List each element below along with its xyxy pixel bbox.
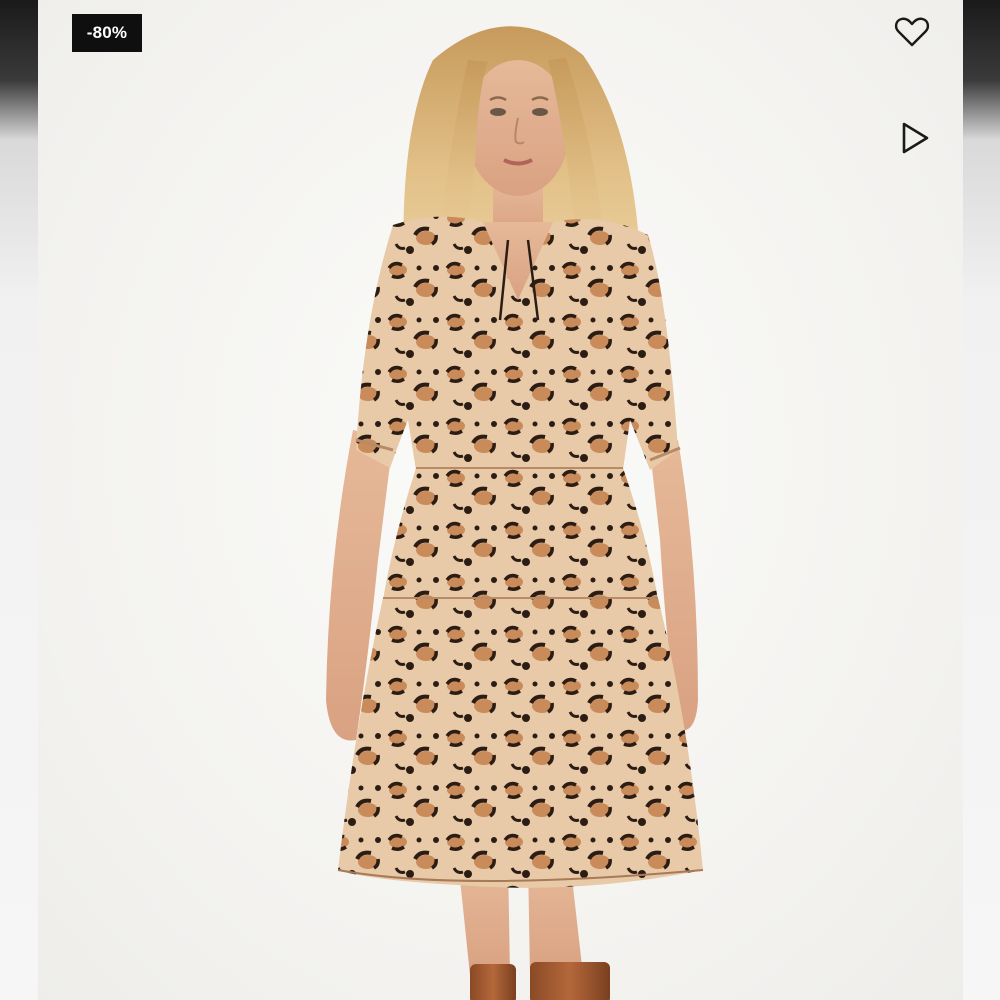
heart-outline-icon — [894, 17, 930, 47]
discount-badge: -80% — [72, 14, 142, 52]
letterbox-right — [963, 0, 1000, 1000]
model-wearing-leopard-dress — [326, 26, 704, 1000]
letterbox-left — [0, 0, 38, 1000]
favorite-button[interactable] — [890, 10, 934, 54]
product-photo[interactable] — [38, 0, 963, 1000]
product-image-viewer: -80% — [0, 0, 1000, 1000]
play-outline-icon — [902, 122, 929, 154]
play-video-button[interactable] — [893, 116, 937, 160]
